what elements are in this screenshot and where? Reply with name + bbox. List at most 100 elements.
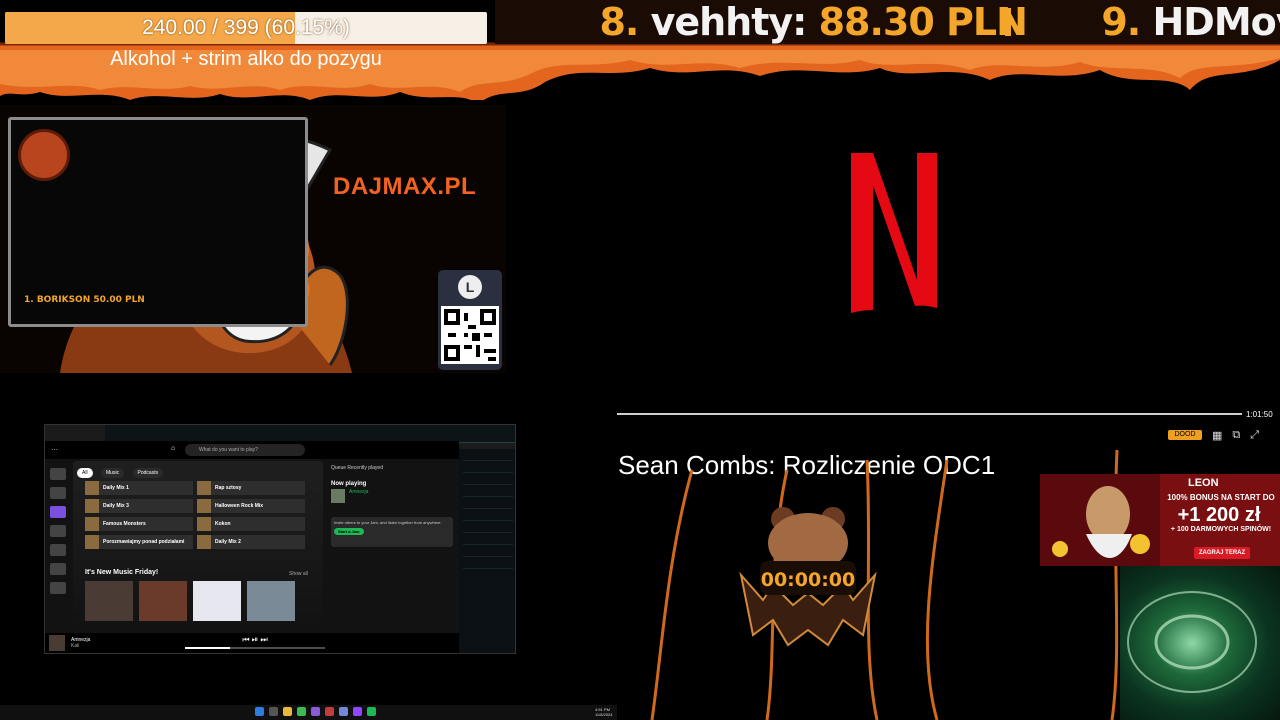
liked-songs-icon[interactable] [50,506,66,518]
casino-logo: LEON [1188,477,1219,489]
explorer-icon[interactable] [283,707,292,716]
spotify-library-sidebar [47,461,69,631]
desktop-capture: ⋯ ⌂ What do you want to play? All Music … [44,424,516,654]
now-playing-artist: Kali [71,643,80,649]
menu-dots-icon[interactable]: ⋯ [51,446,58,454]
shortcut-label: Daily Mix 3 [103,503,129,509]
top-donor-label: 1. BORIKSON 50.00 PLN [24,295,145,305]
stream-overlay: 8. vehhty: 88.30 PLN 9. HDMovie: 5 240.0… [0,0,1280,720]
queue-track[interactable]: Amnezja [327,489,457,505]
clock-date: 11/8/2024 [595,712,613,717]
shortcut-label: Famous Monsters [103,521,146,527]
shortcut-label: Porozmawiajmy ponad podziałami [103,539,185,545]
shortcut-label: Kokon [215,521,231,527]
league-friends-list [459,449,515,653]
video-progress-bar[interactable] [617,413,1242,415]
shortcut-card[interactable]: Daily Mix 2 [197,535,305,549]
qr-card: L [438,270,502,370]
show-all-link[interactable]: Show all [289,571,308,577]
previous-icon[interactable]: ⏮ [242,635,249,644]
album-card[interactable] [85,581,133,621]
start-icon[interactable] [255,707,264,716]
play-pause-icon[interactable]: ⏯ [252,635,258,644]
search-input[interactable]: What do you want to play? [185,444,305,456]
search-icon[interactable] [269,707,278,716]
album-card[interactable] [193,581,241,621]
next-icon[interactable]: ⏭ [260,635,267,644]
shortcut-card[interactable]: Daily Mix 3 [85,499,193,513]
ticker-divider [1005,8,1011,36]
casino-ad[interactable]: LEON 100% BONUS NA START DO +1 200 zł + … [1040,474,1280,566]
discord-icon[interactable] [339,707,348,716]
donation-goal-bar: 240.00 / 399 (60.15%) [5,12,487,44]
flame-banner: 8. vehhty: 88.30 PLN 9. HDMovie: 5 240.0… [0,0,1280,100]
jam-text: Invite others to your Jam, and listen to… [334,520,442,525]
shortcut-card[interactable]: Rap sztosy [197,481,305,495]
shortcut-card[interactable]: Halloween Rock Mix [197,499,305,513]
timer-value: 00:00:00 [760,569,856,591]
stream-timer: 00:00:00 [733,505,883,665]
playback-progress[interactable] [185,647,325,649]
start-jam-button[interactable]: Start a Jam [334,528,364,535]
zeus-illustration-icon [1040,474,1160,566]
add-icon[interactable] [50,487,66,499]
app-icon[interactable] [311,707,320,716]
webcam-panel: 1. BORIKSON 50.00 PLN DAJMAX.PL L [0,105,506,373]
ad-spins-text: + 100 DARMOWYCH SPINÓW! [1170,526,1272,533]
section-heading: It's New Music Friday! [85,569,159,576]
now-playing-info: Amnezja Kali [71,637,90,649]
album-row [85,581,295,621]
album-card[interactable] [139,581,187,621]
playlist-item[interactable] [50,525,66,537]
app-icon[interactable] [353,707,362,716]
shortcut-label: Daily Mix 2 [215,539,241,545]
shortcut-card[interactable]: Kokon [197,517,305,531]
shortcut-card[interactable]: Daily Mix 1 [85,481,193,495]
play-now-button[interactable]: ZAGRAJ TERAZ [1194,547,1250,559]
shortcut-label: Rap sztosy [215,485,242,491]
video-time: 1:01:50 [1246,410,1273,419]
shortcut-grid: Daily Mix 1 Rap sztosy Daily Mix 3 Hallo… [85,481,315,553]
playlist-item[interactable] [50,563,66,575]
chrome-icon[interactable] [297,707,306,716]
queue-panel: Queue Recently played Now playing Amnezj… [327,461,457,631]
video-player[interactable] [617,100,1280,430]
donation-ticker: 8. vehhty: 88.30 PLN 9. HDMovie: 5 [495,0,1280,44]
taskbar-clock: 4:51 PM 11/8/2024 [595,707,613,717]
album-card[interactable] [247,581,295,621]
ticker-item: 8. vehhty: 88.30 PLN [599,0,1028,44]
chip-music[interactable]: Music [101,468,125,478]
shortcut-label: Daily Mix 1 [103,485,129,491]
shortcut-card[interactable]: Porozmawiajmy ponad podziałami [85,535,193,549]
ticker-item: 9. HDMovie: 5 [1101,0,1280,44]
netflix-logo-icon [851,153,937,313]
playlist-item[interactable] [50,582,66,594]
roulette-wheel-video [1120,566,1280,720]
queue-tabs[interactable]: Queue Recently played [327,461,457,475]
jam-card: Invite others to your Jam, and listen to… [331,517,453,547]
sponsor-brand: DAJMAX.PL [333,173,477,200]
ticker-rank: 8. [599,0,639,44]
qr-code-icon [441,306,499,364]
ticker-name: vehhty: [650,0,808,44]
spotify-window: ⋯ ⌂ What do you want to play? All Music … [45,441,459,653]
app-icon[interactable] [325,707,334,716]
streamer-badge-icon [18,129,70,181]
home-icon[interactable]: ⌂ [171,445,175,452]
playlist-item[interactable] [50,544,66,556]
chip-podcasts[interactable]: Podcasts [132,468,164,478]
ticker-rank: 9. [1101,0,1141,44]
spotify-topbar: ⋯ ⌂ What do you want to play? [45,441,459,459]
spotify-icon[interactable] [367,707,376,716]
ticker-amount: 88.30 PLN [818,0,1028,44]
ticker-name: HDMovie: [1152,0,1280,44]
shortcut-card[interactable]: Famous Monsters [85,517,193,531]
spotify-home: All Music Podcasts Daily Mix 1 Rap sztos… [73,461,323,631]
litecoin-logo: L [458,275,482,299]
library-icon[interactable] [50,468,66,480]
player-logo: DOOD [1168,430,1202,440]
goal-label: Alkohol + strim alko do pozygu [110,48,382,70]
now-playing-heading: Now playing [331,481,367,487]
chip-all[interactable]: All [77,468,93,478]
goal-progress-text: 240.00 / 399 (60.15%) [142,16,350,39]
